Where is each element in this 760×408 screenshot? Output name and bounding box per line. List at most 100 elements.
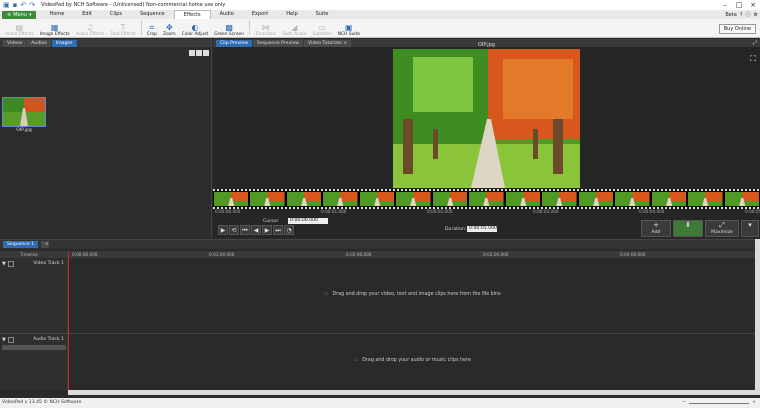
fullscreen-icon[interactable]: ⛶ (750, 54, 756, 64)
thumbnail-view-icon[interactable] (196, 50, 202, 56)
add-button[interactable]: + Add (641, 220, 671, 237)
redo-icon[interactable]: ↷ (29, 1, 35, 9)
tab-effects[interactable]: Effects (173, 10, 211, 19)
tab-export[interactable]: Export (243, 10, 277, 19)
bin-tab-audios[interactable]: Audios (27, 40, 51, 47)
image-effects-label: Image Effects (39, 32, 70, 37)
volume-slider[interactable] (2, 345, 66, 350)
duration-field[interactable]: 0:00:05.000 (467, 226, 497, 232)
audio-track-name: Audio Track 1 (33, 337, 64, 342)
timeline-tick: 0:03:00.000 (483, 252, 509, 257)
bin-tab-videos[interactable]: Videos (3, 40, 27, 47)
video-track[interactable]: ▼ Video Track 1 ▭ Drag and drop your vid… (0, 259, 755, 334)
video-effects-button[interactable]: ▤ Video Effects (2, 19, 37, 37)
add-sequence-icon[interactable]: + (41, 241, 50, 248)
text-effects-icon: T (120, 23, 126, 32)
zoom-in-icon[interactable]: + (752, 398, 756, 408)
drop-icon: ▭ (323, 292, 328, 297)
filmstrip-frame (249, 192, 286, 206)
green-screen-button[interactable]: ▩ Green Screen (211, 19, 247, 37)
add-to-sequence-button[interactable]: ⬇ (673, 220, 703, 237)
image-effects-button[interactable]: ▦ Image Effects (37, 19, 73, 37)
preview-panel: Clip Preview Sequence Preview Video Tutori… (213, 39, 760, 238)
speed-icon[interactable]: ◔ (284, 225, 294, 235)
minimize-icon[interactable]: – (718, 0, 732, 10)
tab-edit[interactable]: Edit (73, 10, 101, 19)
step-back-icon[interactable]: ◀ (251, 225, 261, 235)
fade-audio-button[interactable]: ◢ Fade Audio (279, 19, 309, 37)
loop-icon[interactable]: ⟲ (229, 225, 239, 235)
skip-end-icon[interactable]: ⏭ (273, 225, 283, 235)
preview-menu-button[interactable]: ▾ (741, 220, 759, 237)
zoom-button[interactable]: ✥ Zoom (160, 19, 179, 37)
tab-sequence[interactable]: Sequence (131, 10, 174, 19)
zoom-slider[interactable] (689, 402, 750, 404)
title-bar: ▣ ▪ ↶ ↷ VideoPad by NCH Software - (Unli… (0, 0, 760, 10)
tab-help[interactable]: Help (277, 10, 306, 19)
menu-button[interactable]: ≡ Menu ▾ (2, 10, 37, 19)
filmstrip[interactable] (213, 189, 760, 209)
timeline-ruler[interactable]: Timeline 0:00:00.000 0:01:00.000 0:02:00.0… (0, 251, 760, 258)
nch-suite-button[interactable]: ▣ NCH Suite (335, 19, 363, 37)
buy-online-button[interactable]: Buy Online (718, 24, 756, 34)
playhead[interactable] (68, 251, 69, 391)
fade-audio-label: Fade Audio (282, 32, 307, 37)
maximize-view-icon: ⤢ (719, 221, 725, 229)
crop-button[interactable]: ⌗ Crop (144, 19, 160, 37)
tab-audio[interactable]: Audio (211, 10, 243, 19)
menubar-right: Beta ? ⓘ ⚙ (725, 11, 758, 19)
fade-audio-icon: ◢ (291, 23, 298, 32)
collapse-icon[interactable]: ▼ (2, 337, 6, 343)
chevron-down-icon: ▾ (28, 11, 32, 18)
tab-clips[interactable]: Clips (101, 10, 131, 19)
timeline-tick: 0:02:00.000 (346, 252, 372, 257)
list-view-icon[interactable] (203, 50, 209, 56)
window-controls: – □ × (718, 0, 760, 10)
add-icon: + (653, 221, 659, 229)
timeline-tick: 0:01:00.000 (209, 252, 235, 257)
color-adjust-icon: ◐ (191, 23, 199, 32)
zoom-out-icon[interactable]: − (682, 398, 686, 408)
drop-icon: ▭ (353, 358, 358, 363)
text-effects-button[interactable]: T Text Effects (108, 19, 139, 37)
nch-suite-label: NCH Suite (337, 32, 360, 37)
cursor-label: Cursor: (263, 219, 280, 224)
track-visibility-icon[interactable] (7, 261, 14, 267)
skip-start-icon[interactable]: ⏮ (240, 225, 250, 235)
color-adjust-button[interactable]: ◐ Color Adjust (179, 19, 212, 37)
filmstrip-frame (358, 192, 396, 206)
maximize-icon[interactable]: □ (732, 0, 746, 10)
tab-home[interactable]: Home (40, 10, 73, 19)
filmstrip-frame (395, 192, 432, 206)
bin-tab-images[interactable]: Images (51, 40, 77, 47)
audio-drop-hint: ▭ Drag and drop your audio or music clip… (69, 358, 755, 363)
video-effects-label: Video Effects (5, 32, 34, 37)
sequence-tab[interactable]: Sequence 1 (3, 241, 39, 248)
subtitles-button[interactable]: ▭ Subtitles (309, 19, 334, 37)
mute-icon[interactable] (7, 337, 14, 343)
window-title: VideoPad by NCH Software - (Unlicensed) … (41, 2, 226, 8)
maximize-button[interactable]: ⤢ Maximize (705, 220, 739, 237)
crop-label: Crop (146, 32, 157, 37)
cursor-field[interactable]: 0:00:00.000 (288, 218, 328, 224)
delete-icon[interactable] (189, 50, 195, 56)
info-icon[interactable]: ⓘ (746, 11, 751, 18)
collapse-icon[interactable]: ▼ (2, 261, 6, 267)
audio-track[interactable]: ▼ Audio Track 1 ▭ Drag and drop your aud… (0, 335, 755, 390)
undo-icon[interactable]: ↶ (20, 1, 26, 9)
filmstrip-frame (285, 192, 323, 206)
tab-suite[interactable]: Suite (307, 10, 338, 19)
timeline-horizontal-scrollbar[interactable] (68, 390, 755, 395)
play-icon[interactable]: ▶ (218, 225, 228, 235)
save-icon[interactable]: ▪ (13, 1, 18, 9)
transition-button[interactable]: ⋈ Transition (252, 19, 279, 37)
help-icon[interactable]: ? (740, 12, 743, 18)
color-adjust-label: Color Adjust (181, 32, 209, 37)
settings-icon[interactable]: ⚙ (754, 12, 758, 18)
step-forward-icon[interactable]: ▶ (262, 225, 272, 235)
audio-effects-button[interactable]: ♫ Audio Effects (73, 19, 108, 37)
beta-label: Beta (725, 11, 737, 18)
close-icon[interactable]: × (746, 0, 760, 10)
timeline-vertical-scrollbar[interactable] (755, 239, 760, 395)
clip-thumbnail[interactable] (2, 97, 46, 127)
